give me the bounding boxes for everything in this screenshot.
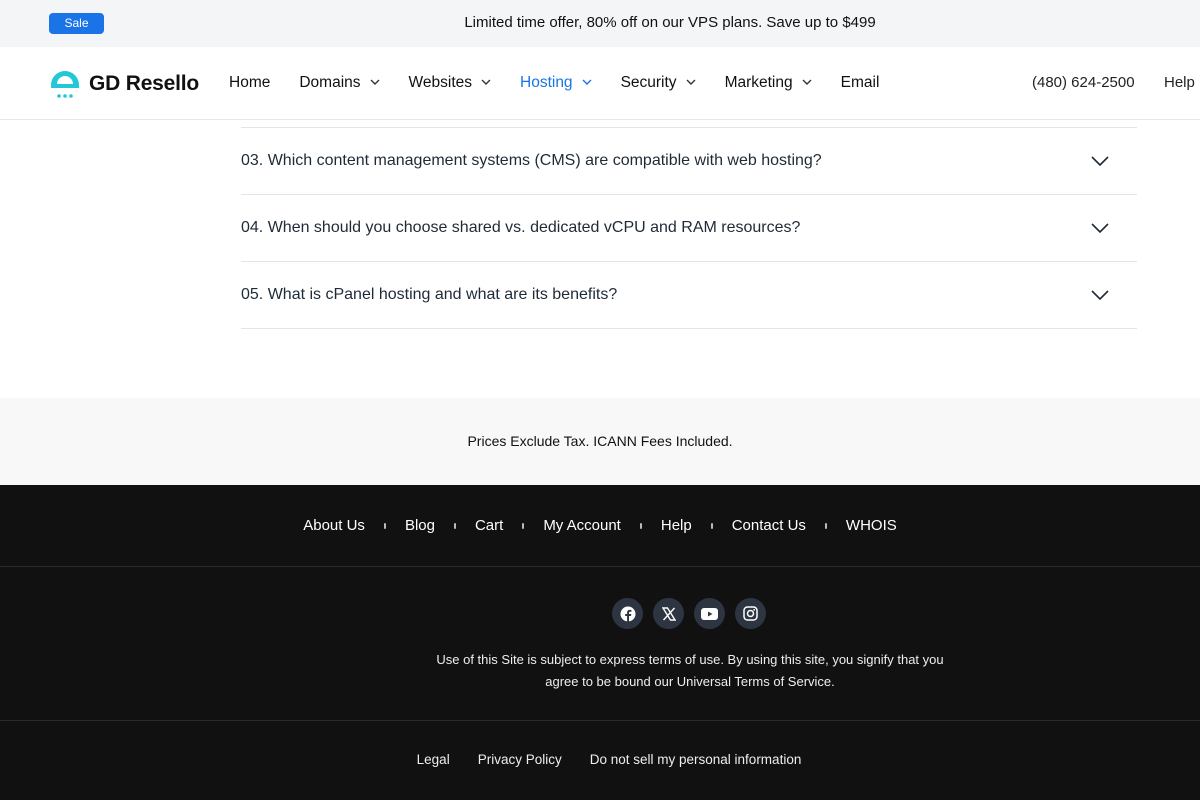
tax-note: Prices Exclude Tax. ICANN Fees Included. <box>467 433 733 449</box>
chevron-down-icon <box>686 79 696 85</box>
nav-label: Websites <box>408 74 472 91</box>
dome-icon <box>48 67 82 101</box>
footer-link-about-us[interactable]: About Us <box>303 517 365 534</box>
promo-bar: Sale Limited time offer, 80% off on our … <box>0 0 1200 47</box>
youtube-icon[interactable] <box>694 598 725 629</box>
separator <box>522 522 525 529</box>
do-not-sell-link[interactable]: Do not sell my personal information <box>590 752 802 767</box>
footer-link-blog[interactable]: Blog <box>405 517 435 534</box>
nav-label: Email <box>840 74 880 91</box>
nav-label: Hosting <box>520 74 573 91</box>
chevron-down-icon <box>481 79 491 85</box>
chevron-down-icon <box>1091 223 1109 233</box>
nav-home[interactable]: Home <box>229 74 270 92</box>
nav-domains[interactable]: Domains <box>299 74 380 92</box>
footer-divider <box>0 720 1200 721</box>
faq-item[interactable]: 05. What is cPanel hosting and what are … <box>241 262 1137 329</box>
nav-label: Security <box>620 74 677 91</box>
footer-link-whois[interactable]: WHOIS <box>846 517 897 534</box>
phone-link[interactable]: (480) 624-2500 <box>1032 74 1135 91</box>
nav-security[interactable]: Security <box>621 74 696 92</box>
nav-label: Home <box>229 74 271 91</box>
instagram-icon[interactable] <box>735 598 766 629</box>
faq-item[interactable]: 04. When should you choose shared vs. de… <box>241 195 1137 262</box>
promo-text: Limited time offer, 80% off on our VPS p… <box>464 14 876 31</box>
tax-note-section: Prices Exclude Tax. ICANN Fees Included. <box>0 398 1200 485</box>
terms-line: Use of this Site is subject to express t… <box>436 652 944 667</box>
terms-line: agree to be bound our Universal Terms of… <box>545 674 835 689</box>
nav-email[interactable]: Email <box>841 74 880 92</box>
footer-link-cart[interactable]: Cart <box>475 517 503 534</box>
logo-text: GD Resello <box>89 72 200 95</box>
help-link[interactable]: Help <box>1164 74 1195 91</box>
legal-link[interactable]: Legal <box>417 752 450 767</box>
faq-question: 04. When should you choose shared vs. de… <box>241 219 801 236</box>
main-nav: Home Domains Websites Hosting Security M… <box>229 74 908 92</box>
separator <box>453 522 456 529</box>
faq-list: 03. Which content management systems (CM… <box>241 127 1137 329</box>
bottom-links: Legal Privacy Policy Do not sell my pers… <box>0 752 1200 767</box>
footer-link-contact-us[interactable]: Contact Us <box>732 517 806 534</box>
site-footer: About Us Blog Cart My Account Help Conta… <box>0 485 1200 800</box>
footer-links: About Us Blog Cart My Account Help Conta… <box>0 517 1200 534</box>
chevron-down-icon <box>802 79 812 85</box>
nav-label: Domains <box>299 74 361 91</box>
chevron-down-icon <box>1091 156 1109 166</box>
footer-link-my-account[interactable]: My Account <box>543 517 621 534</box>
nav-label: Marketing <box>724 74 793 91</box>
separator <box>710 522 713 529</box>
chevron-down-icon <box>582 79 592 85</box>
nav-marketing[interactable]: Marketing <box>725 74 812 92</box>
logo[interactable]: GD Resello <box>48 67 199 101</box>
faq-item[interactable]: 03. Which content management systems (CM… <box>241 128 1137 195</box>
separator <box>383 522 386 529</box>
footer-divider <box>0 566 1200 567</box>
chevron-down-icon <box>1091 290 1109 300</box>
chevron-down-icon <box>370 79 380 85</box>
x-icon[interactable] <box>653 598 684 629</box>
separator <box>824 522 827 529</box>
site-header: GD Resello Home Domains Websites Hosting… <box>0 47 1200 120</box>
facebook-icon[interactable] <box>612 598 643 629</box>
faq-question: 03. Which content management systems (CM… <box>241 152 822 169</box>
footer-link-help[interactable]: Help <box>661 517 692 534</box>
privacy-policy-link[interactable]: Privacy Policy <box>478 752 562 767</box>
nav-hosting[interactable]: Hosting <box>520 74 592 92</box>
faq-question: 05. What is cPanel hosting and what are … <box>241 286 618 303</box>
social-links <box>612 598 776 629</box>
terms-notice: Use of this Site is subject to express t… <box>420 649 960 693</box>
separator <box>639 522 642 529</box>
nav-websites[interactable]: Websites <box>409 74 491 92</box>
